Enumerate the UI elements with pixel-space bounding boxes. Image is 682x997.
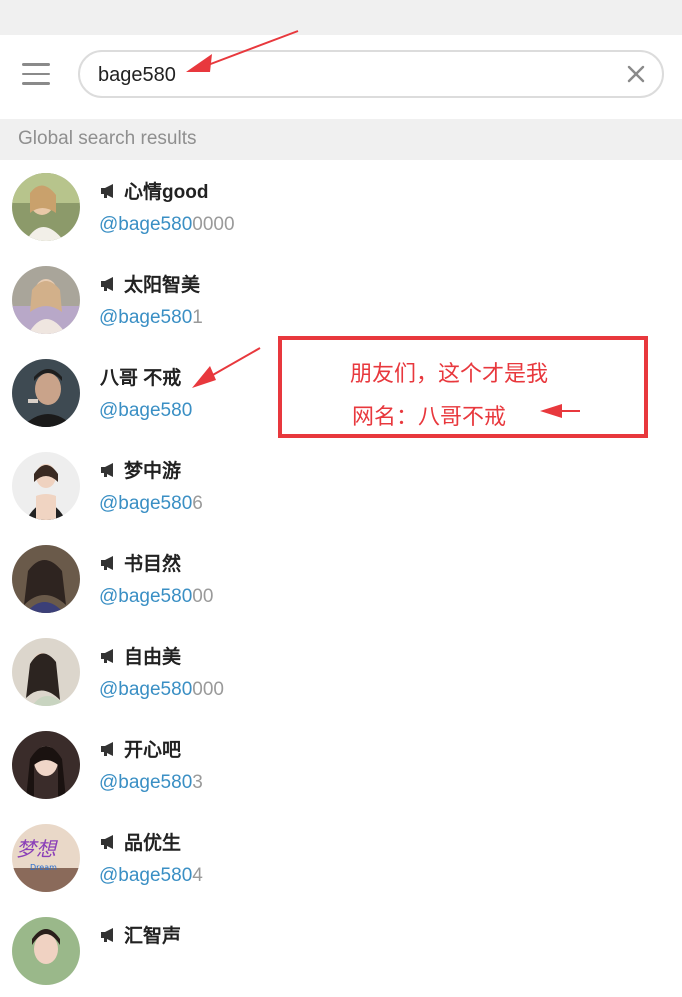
megaphone-icon <box>101 648 113 663</box>
result-name: 梦中游 <box>100 456 181 483</box>
search-header <box>0 35 682 119</box>
result-name: 八哥 不戒 <box>100 368 182 389</box>
avatar <box>12 266 80 334</box>
avatar <box>12 731 80 799</box>
result-name: 太阳智美 <box>100 270 200 297</box>
result-name: 心情good <box>100 177 208 204</box>
svg-text:梦想: 梦想 <box>16 837 58 861</box>
results-list: 心情good @bage5800000 太阳智美 @bage5801 八哥 不戒… <box>0 160 682 997</box>
list-item[interactable]: 自由美 @bage580000 <box>0 625 682 718</box>
avatar <box>12 452 80 520</box>
list-item[interactable]: 心情good @bage5800000 <box>0 160 682 253</box>
close-icon[interactable] <box>624 62 648 86</box>
megaphone-icon <box>101 183 113 198</box>
svg-text:Dream: Dream <box>30 863 57 872</box>
section-title: Global search results <box>18 128 197 149</box>
annotation-box: 朋友们，这个才是我 网名：八哥不戒 <box>278 336 648 438</box>
top-status-strip <box>0 0 682 35</box>
list-item[interactable]: 书目然 @bage58000 <box>0 532 682 625</box>
result-handle: @bage5800000 <box>99 214 235 235</box>
list-item[interactable]: 梦中游 @bage5806 <box>0 439 682 532</box>
avatar: 梦想 Dream <box>12 824 80 892</box>
result-handle: @bage5804 <box>99 865 203 886</box>
result-name: 书目然 <box>100 549 181 576</box>
avatar <box>12 638 80 706</box>
list-item[interactable]: 太阳智美 @bage5801 <box>0 253 682 346</box>
result-handle: @bage580 <box>99 400 193 421</box>
avatar <box>12 545 80 613</box>
result-handle: @bage5806 <box>99 493 203 514</box>
list-item[interactable]: 汇智声 <box>0 904 682 997</box>
annotation-line-1: 朋友们，这个才是我 <box>350 361 549 386</box>
search-box[interactable] <box>78 50 664 98</box>
result-name: 开心吧 <box>100 735 181 762</box>
result-name: 自由美 <box>100 642 181 669</box>
avatar <box>12 359 80 427</box>
menu-icon[interactable] <box>20 63 54 89</box>
megaphone-icon <box>101 927 113 942</box>
result-handle: @bage580000 <box>99 679 224 700</box>
result-handle: @bage5803 <box>99 772 203 793</box>
result-handle: @bage5801 <box>99 307 203 328</box>
section-header: Global search results <box>0 119 682 160</box>
result-name: 汇智声 <box>100 921 181 948</box>
avatar <box>12 173 80 241</box>
result-handle: @bage58000 <box>99 586 214 607</box>
annotation-line-2: 网名：八哥不戒 <box>352 404 507 429</box>
megaphone-icon <box>101 276 113 291</box>
megaphone-icon <box>101 834 113 849</box>
megaphone-icon <box>101 741 113 756</box>
list-item[interactable]: 开心吧 @bage5803 <box>0 718 682 811</box>
result-name: 品优生 <box>100 828 181 855</box>
megaphone-icon <box>101 462 113 477</box>
list-item[interactable]: 梦想 Dream 品优生 @bage5804 <box>0 811 682 904</box>
search-input[interactable] <box>96 60 620 90</box>
avatar <box>12 917 80 985</box>
megaphone-icon <box>101 555 113 570</box>
